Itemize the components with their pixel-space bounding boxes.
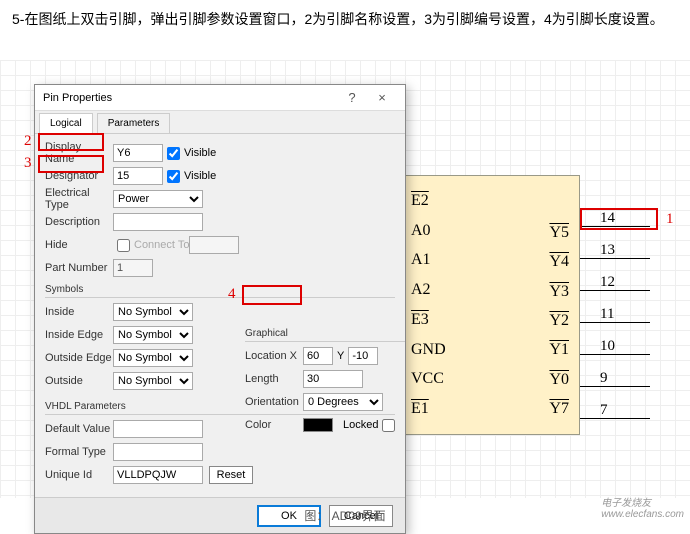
part-number-label: Part Number xyxy=(45,262,113,274)
pin-number: 13 xyxy=(600,242,615,259)
tab-parameters[interactable]: Parameters xyxy=(97,113,171,133)
connect-to-label: Connect To xyxy=(134,239,189,251)
orientation-select[interactable]: 0 Degrees xyxy=(303,393,383,411)
pin-number: 10 xyxy=(600,338,615,355)
pin-line[interactable] xyxy=(580,322,650,323)
figure-caption: 图： AD09界面 xyxy=(0,507,690,524)
annotation-box-2 xyxy=(38,133,104,151)
locked-label: Locked xyxy=(343,419,378,431)
visible-label: Visible xyxy=(184,147,216,159)
unique-id-input[interactable] xyxy=(113,466,203,484)
hide-label: Hide xyxy=(45,239,113,251)
watermark: 电子发烧友www.elecfans.com xyxy=(601,494,684,520)
close-icon[interactable]: × xyxy=(367,90,397,105)
pin-line[interactable] xyxy=(580,258,650,259)
outside-edge-label: Outside Edge xyxy=(45,352,113,364)
outside-label: Outside xyxy=(45,375,113,387)
chip-left-pins: E2 A0 A1 A2 E3 GND VCC E1 xyxy=(411,186,446,424)
color-swatch[interactable] xyxy=(303,418,333,432)
dialog-titlebar[interactable]: Pin Properties ? × xyxy=(35,85,405,111)
default-value-input[interactable] xyxy=(113,420,203,438)
part-number-input xyxy=(113,259,153,277)
formal-type-label: Formal Type xyxy=(45,446,113,458)
pin-number: 7 xyxy=(600,402,608,419)
unique-id-label: Unique Id xyxy=(45,469,113,481)
annotation-label-4: 4 xyxy=(228,286,236,303)
outside-edge-select[interactable]: No Symbol xyxy=(113,349,193,367)
inside-select[interactable]: No Symbol xyxy=(113,303,193,321)
annotation-label-1: 1 xyxy=(666,211,674,228)
annotation-box-3 xyxy=(38,155,104,173)
connect-to-input xyxy=(189,236,239,254)
pin-number: 11 xyxy=(600,306,614,323)
hide-checkbox[interactable] xyxy=(117,239,130,252)
graphical-section-title: Graphical xyxy=(245,328,405,339)
pin-line[interactable] xyxy=(580,386,650,387)
pin-line[interactable] xyxy=(580,418,650,419)
help-icon[interactable]: ? xyxy=(337,90,367,105)
description-label: Description xyxy=(45,216,113,228)
location-x-label: Location X xyxy=(245,350,303,362)
length-label: Length xyxy=(245,373,303,385)
display-name-input[interactable] xyxy=(113,144,163,162)
chip-component[interactable]: E2 A0 A1 A2 E3 GND VCC E1 Y5 Y4 Y3 Y2 Y1… xyxy=(400,175,580,435)
location-x-input[interactable] xyxy=(303,347,333,365)
dialog-title: Pin Properties xyxy=(43,92,337,104)
pin-number: 9 xyxy=(600,370,608,387)
chip-right-pins: Y5 Y4 Y3 Y2 Y1 Y0 Y7 xyxy=(549,218,569,424)
reset-button[interactable]: Reset xyxy=(209,466,253,484)
orientation-label: Orientation xyxy=(245,396,303,408)
pin-number: 12 xyxy=(600,274,615,291)
pin-line[interactable] xyxy=(580,290,650,291)
electrical-type-label: Electrical Type xyxy=(45,187,113,211)
color-label: Color xyxy=(245,419,303,431)
inside-label: Inside xyxy=(45,306,113,318)
symbols-section-title: Symbols xyxy=(45,284,395,295)
location-y-input[interactable] xyxy=(348,347,378,365)
schematic-canvas: E2 A0 A1 A2 E3 GND VCC E1 Y5 Y4 Y3 Y2 Y1… xyxy=(0,60,690,498)
instruction-text: 5-在图纸上双击引脚，弹出引脚参数设置窗口，2为引脚名称设置，3为引脚编号设置，… xyxy=(0,0,690,38)
pin-properties-dialog: Pin Properties ? × Logical Parameters Di… xyxy=(34,84,406,534)
designator-input[interactable] xyxy=(113,167,163,185)
description-input[interactable] xyxy=(113,213,203,231)
designator-visible-checkbox[interactable] xyxy=(167,170,180,183)
visible-label: Visible xyxy=(184,170,216,182)
location-y-label: Y xyxy=(337,350,344,362)
annotation-box-1 xyxy=(580,208,658,230)
outside-select[interactable]: No Symbol xyxy=(113,372,193,390)
electrical-type-select[interactable]: Power xyxy=(113,190,203,208)
dialog-tabs: Logical Parameters xyxy=(35,111,405,134)
annotation-label-2: 2 xyxy=(24,133,32,150)
pin-line[interactable] xyxy=(580,354,650,355)
annotation-box-4 xyxy=(242,285,302,305)
locked-checkbox[interactable] xyxy=(382,419,395,432)
formal-type-input[interactable] xyxy=(113,443,203,461)
tab-logical[interactable]: Logical xyxy=(39,113,93,133)
annotation-label-3: 3 xyxy=(24,155,32,172)
inside-edge-select[interactable]: No Symbol xyxy=(113,326,193,344)
length-input[interactable] xyxy=(303,370,363,388)
default-value-label: Default Value xyxy=(45,423,113,435)
display-name-visible-checkbox[interactable] xyxy=(167,147,180,160)
inside-edge-label: Inside Edge xyxy=(45,329,113,341)
